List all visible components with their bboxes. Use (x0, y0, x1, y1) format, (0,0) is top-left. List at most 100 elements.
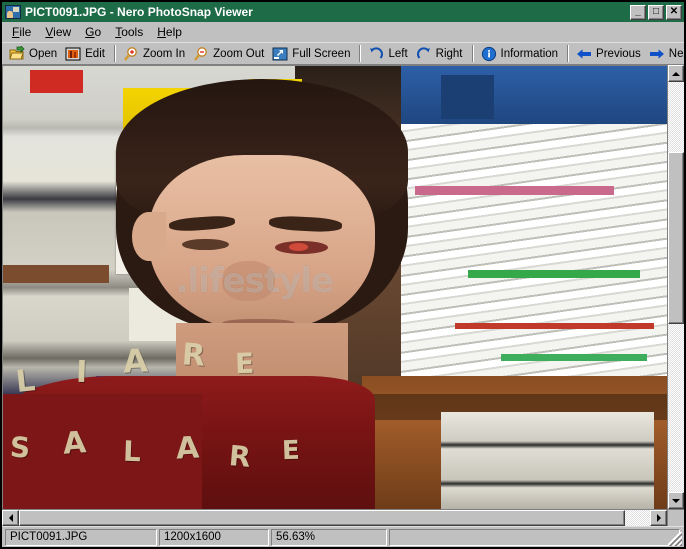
photo-shirt-letter: A (121, 341, 149, 381)
vertical-scrollbar[interactable] (667, 65, 684, 509)
toolbar-separator (471, 45, 474, 62)
toolbar-button-rotate-right-label: Right (435, 47, 463, 60)
toolbar-separator (113, 45, 116, 62)
photo-shirt-letter: A (61, 425, 88, 463)
photo-shirt-letter: R (227, 438, 252, 474)
photo-shirt-letter: E (234, 346, 256, 380)
photosnap-app-icon (5, 5, 21, 19)
scrollbar-corner (667, 509, 684, 526)
rotate-left-icon (368, 46, 384, 62)
photo-red-divider (454, 322, 654, 330)
minimize-icon: _ (635, 5, 641, 17)
toolbar-button-information[interactable]: Information (478, 43, 564, 64)
photo-pink-divider (414, 185, 614, 196)
photo-shelf-wood (3, 265, 110, 284)
toolbar-button-full-screen[interactable]: Full Screen (269, 43, 355, 64)
status-zoom-level: 56.63% (271, 528, 387, 546)
image-canvas[interactable]: LIARESALARE .lifestyle (2, 65, 667, 509)
status-filename: PICT0091.JPG (5, 528, 157, 546)
scroll-up-button[interactable] (668, 65, 684, 82)
scroll-right-button[interactable] (650, 510, 667, 526)
photo-shirt-letter: S (8, 430, 31, 465)
menu-item-file-label: ile (19, 24, 32, 39)
photo-shirt-letter: A (174, 430, 200, 467)
photo-content: LIARESALARE .lifestyle (3, 66, 667, 509)
photo-person-shirt-lower (3, 393, 203, 509)
photo-person-nose (222, 260, 276, 301)
toolbar-button-next-label: Next (668, 47, 686, 60)
zoom-in-icon (123, 46, 139, 62)
menu-item-help-label: elp (165, 24, 182, 39)
photo-shelf-red-box (29, 70, 83, 93)
maximize-icon: □ (652, 6, 660, 17)
full-screen-icon (272, 46, 288, 62)
toolbar-button-previous[interactable]: Previous (573, 43, 646, 64)
open-folder-icon (9, 44, 25, 62)
horizontal-scrollbar-track[interactable] (19, 510, 650, 526)
toolbar-button-edit[interactable]: Edit (62, 43, 110, 64)
toolbar-button-previous-label: Previous (596, 47, 641, 60)
maximize-button[interactable]: □ (648, 4, 664, 20)
menu-item-file[interactable]: File (5, 23, 38, 41)
photo-shirt-letter: L (14, 363, 38, 401)
vertical-scrollbar-track[interactable] (668, 82, 684, 492)
horizontal-scrollbar-thumb[interactable] (19, 510, 625, 526)
photo-green-divider-2 (501, 353, 648, 362)
toolbar-button-zoom-out[interactable]: Zoom Out (190, 43, 269, 64)
close-button[interactable]: ✕ (666, 4, 682, 20)
status-bar: PICT0091.JPG 1200x1600 56.63% (2, 526, 684, 547)
menu-item-tools-label: ools (121, 24, 144, 39)
horizontal-scrollbar[interactable] (2, 509, 667, 526)
photo-shirt-letter: I (75, 355, 88, 391)
menu-item-help[interactable]: Help (150, 23, 189, 41)
chevron-up-icon (672, 71, 680, 76)
edit-image-icon (65, 46, 81, 62)
toolbar: Open Edit Zoom In Zoom Out Full Screen L… (2, 42, 686, 65)
toolbar-button-zoom-in[interactable]: Zoom In (120, 43, 190, 64)
toolbar-button-open[interactable]: Open (6, 43, 62, 64)
window-title: PICT0091.JPG - Nero PhotoSnap Viewer (25, 5, 253, 19)
vertical-scrollbar-thumb[interactable] (668, 151, 684, 324)
toolbar-button-open-label: Open (29, 47, 58, 60)
image-viewer-area: LIARESALARE .lifestyle (2, 65, 684, 526)
photo-shirt-letter: L (121, 434, 141, 469)
menu-item-view[interactable]: View (38, 23, 78, 41)
status-extra-panel (389, 528, 680, 546)
toolbar-separator (359, 45, 362, 62)
toolbar-button-next[interactable]: Next (646, 43, 686, 64)
photo-green-divider (467, 269, 641, 278)
scroll-left-button[interactable] (2, 510, 19, 526)
toolbar-separator (567, 45, 570, 62)
photo-video-tapes (441, 411, 654, 509)
title-bar: PICT0091.JPG - Nero PhotoSnap Viewer _ □… (2, 2, 684, 22)
information-icon (481, 46, 497, 62)
status-image-dimensions: 1200x1600 (159, 528, 269, 546)
menu-item-view-label: iew (53, 24, 72, 39)
toolbar-button-rotate-left-label: Left (388, 47, 408, 60)
viewer-row: LIARESALARE .lifestyle (2, 65, 684, 509)
rotate-right-icon (416, 46, 432, 62)
menu-item-go[interactable]: Go (78, 23, 108, 41)
chevron-left-icon (8, 514, 13, 522)
photo-shirt-letter: E (281, 435, 301, 467)
toolbar-button-edit-label: Edit (85, 47, 105, 60)
scroll-down-button[interactable] (668, 492, 684, 509)
application-window: PICT0091.JPG - Nero PhotoSnap Viewer _ □… (0, 0, 686, 549)
menu-item-tools[interactable]: Tools (108, 23, 150, 41)
toolbar-button-zoom-in-label: Zoom In (142, 47, 186, 60)
window-controls: _ □ ✕ (630, 4, 682, 20)
zoom-out-icon (193, 46, 209, 62)
chevron-right-icon (656, 514, 661, 522)
arrow-right-icon (649, 46, 665, 62)
menu-bar: File View Go Tools Help (2, 22, 684, 42)
photo-person-eye-left (182, 238, 229, 251)
minimize-button[interactable]: _ (630, 4, 646, 20)
close-icon: ✕ (669, 6, 679, 17)
photo-person-ear (132, 212, 166, 261)
toolbar-button-rotate-left[interactable]: Left (365, 43, 412, 64)
toolbar-button-full-screen-label: Full Screen (292, 47, 351, 60)
chevron-down-icon (672, 498, 680, 503)
menu-item-go-label: o (94, 24, 102, 39)
toolbar-button-rotate-right[interactable]: Right (413, 43, 468, 64)
arrow-left-icon (576, 46, 592, 62)
